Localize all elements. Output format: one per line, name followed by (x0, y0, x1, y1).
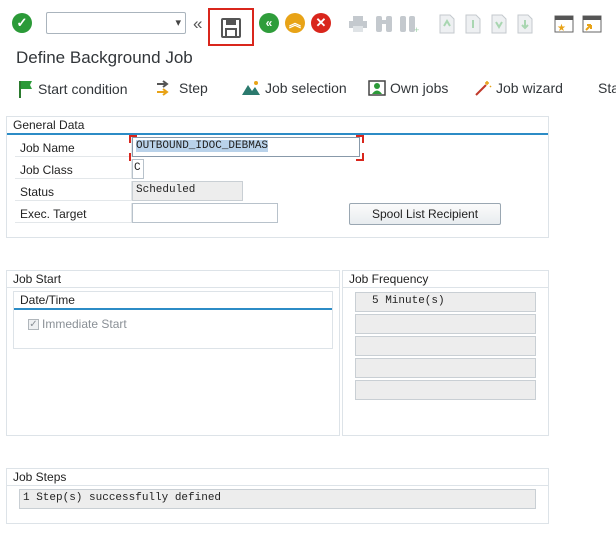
date-time-title: Date/Time (20, 293, 75, 307)
create-session-icon[interactable]: ★ (554, 14, 574, 34)
status-value: Scheduled (136, 184, 196, 196)
immediate-start-label: Immediate Start (42, 317, 127, 331)
exec-target-field[interactable] (132, 203, 278, 223)
own-jobs-icon (368, 80, 386, 96)
command-field[interactable]: ▾ (46, 12, 186, 34)
back-icon: « (259, 13, 279, 33)
job-class-label: Job Class (20, 163, 73, 177)
job-wizard-label: Job wizard (496, 80, 563, 96)
check-icon: ✓ (12, 13, 32, 33)
exit-icon: ︽ (285, 13, 305, 33)
job-wizard-button[interactable]: Job wizard (474, 80, 563, 96)
next-page-icon[interactable] (490, 14, 508, 34)
own-jobs-label: Own jobs (390, 80, 449, 96)
spool-list-recipient-button[interactable]: Spool List Recipient (349, 203, 501, 225)
enter-button[interactable]: ✓ (12, 13, 32, 33)
svg-text:+: + (414, 25, 419, 34)
back-button[interactable]: « (259, 13, 279, 33)
system-toolbar: ✓ ▾ « « ︽ ✕ + ★ (0, 0, 616, 46)
job-steps-value: 1 Step(s) successfully defined (23, 492, 222, 504)
frequency-row (355, 358, 536, 378)
spool-list-recipient-label: Spool List Recipient (371, 207, 479, 221)
job-class-value: C (134, 162, 141, 174)
group-divider (7, 287, 339, 288)
step-label: Step (179, 80, 208, 96)
job-steps-title: Job Steps (13, 470, 67, 484)
required-marker (356, 135, 364, 143)
svg-text:★: ★ (557, 23, 566, 34)
general-data-group: General Data Job Name OUTBOUND_IDOC_DEBM… (6, 116, 549, 238)
job-steps-field: 1 Step(s) successfully defined (19, 489, 536, 509)
save-icon (221, 18, 241, 38)
cancel-icon: ✕ (311, 13, 331, 33)
job-frequency-group: Job Frequency 5 Minute(s) (342, 270, 549, 436)
overflow-label: Sta (598, 80, 616, 96)
status-label: Status (20, 185, 55, 199)
frequency-row (355, 380, 536, 400)
exec-target-label: Exec. Target (20, 207, 87, 221)
subgroup-divider (14, 308, 332, 310)
step-icon (157, 80, 169, 96)
application-toolbar: Start condition Step Job selection Own j… (0, 74, 616, 106)
job-name-label: Job Name (20, 141, 75, 155)
page-title: Define Background Job (16, 48, 193, 67)
frequency-row: 5 Minute(s) (355, 292, 536, 312)
chevron-down-icon[interactable]: ▾ (175, 16, 181, 29)
required-marker (129, 135, 137, 143)
flag-icon (19, 81, 32, 98)
start-condition-button[interactable]: Start condition (18, 80, 128, 98)
job-start-title: Job Start (13, 272, 62, 286)
previous-page-icon[interactable] (464, 14, 482, 34)
first-page-icon[interactable] (438, 14, 456, 34)
job-class-field[interactable]: C (132, 159, 144, 179)
cancel-button[interactable]: ✕ (311, 13, 331, 33)
start-condition-label: Start condition (38, 81, 128, 97)
overflow-button[interactable]: Sta (598, 80, 616, 96)
exit-button[interactable]: ︽ (285, 13, 305, 33)
own-jobs-button[interactable]: Own jobs (368, 80, 448, 96)
job-steps-group: Job Steps 1 Step(s) successfully defined (6, 468, 549, 524)
group-divider (7, 485, 548, 486)
frequency-row (355, 314, 536, 334)
last-page-icon[interactable] (516, 14, 534, 34)
wand-icon (475, 81, 492, 96)
immediate-start-checkbox[interactable]: ✓ (28, 319, 39, 330)
job-frequency-title: Job Frequency (349, 272, 429, 286)
job-selection-button[interactable]: Job selection (241, 80, 347, 96)
job-selection-label: Job selection (265, 80, 347, 96)
status-field: Scheduled (132, 181, 243, 201)
find-next-icon[interactable]: + (398, 14, 420, 34)
frequency-row (355, 336, 536, 356)
job-name-field[interactable]: OUTBOUND_IDOC_DEBMAS (132, 137, 360, 157)
step-button[interactable]: Step (155, 80, 208, 96)
back-arrows-icon[interactable]: « (193, 14, 202, 34)
date-time-subgroup: Date/Time ✓ Immediate Start (13, 291, 333, 349)
job-name-value: OUTBOUND_IDOC_DEBMAS (136, 140, 269, 152)
shortcut-icon[interactable] (582, 14, 602, 34)
job-selection-icon (242, 81, 260, 95)
group-divider (7, 133, 548, 135)
required-marker (356, 153, 364, 161)
save-button-highlight[interactable] (208, 8, 254, 46)
group-divider (343, 287, 548, 288)
find-icon[interactable] (374, 14, 394, 34)
general-data-title: General Data (13, 118, 85, 132)
print-icon[interactable] (348, 15, 368, 33)
frequency-value: 5 Minute(s) (372, 295, 445, 307)
job-start-group: Job Start Date/Time ✓ Immediate Start (6, 270, 340, 436)
